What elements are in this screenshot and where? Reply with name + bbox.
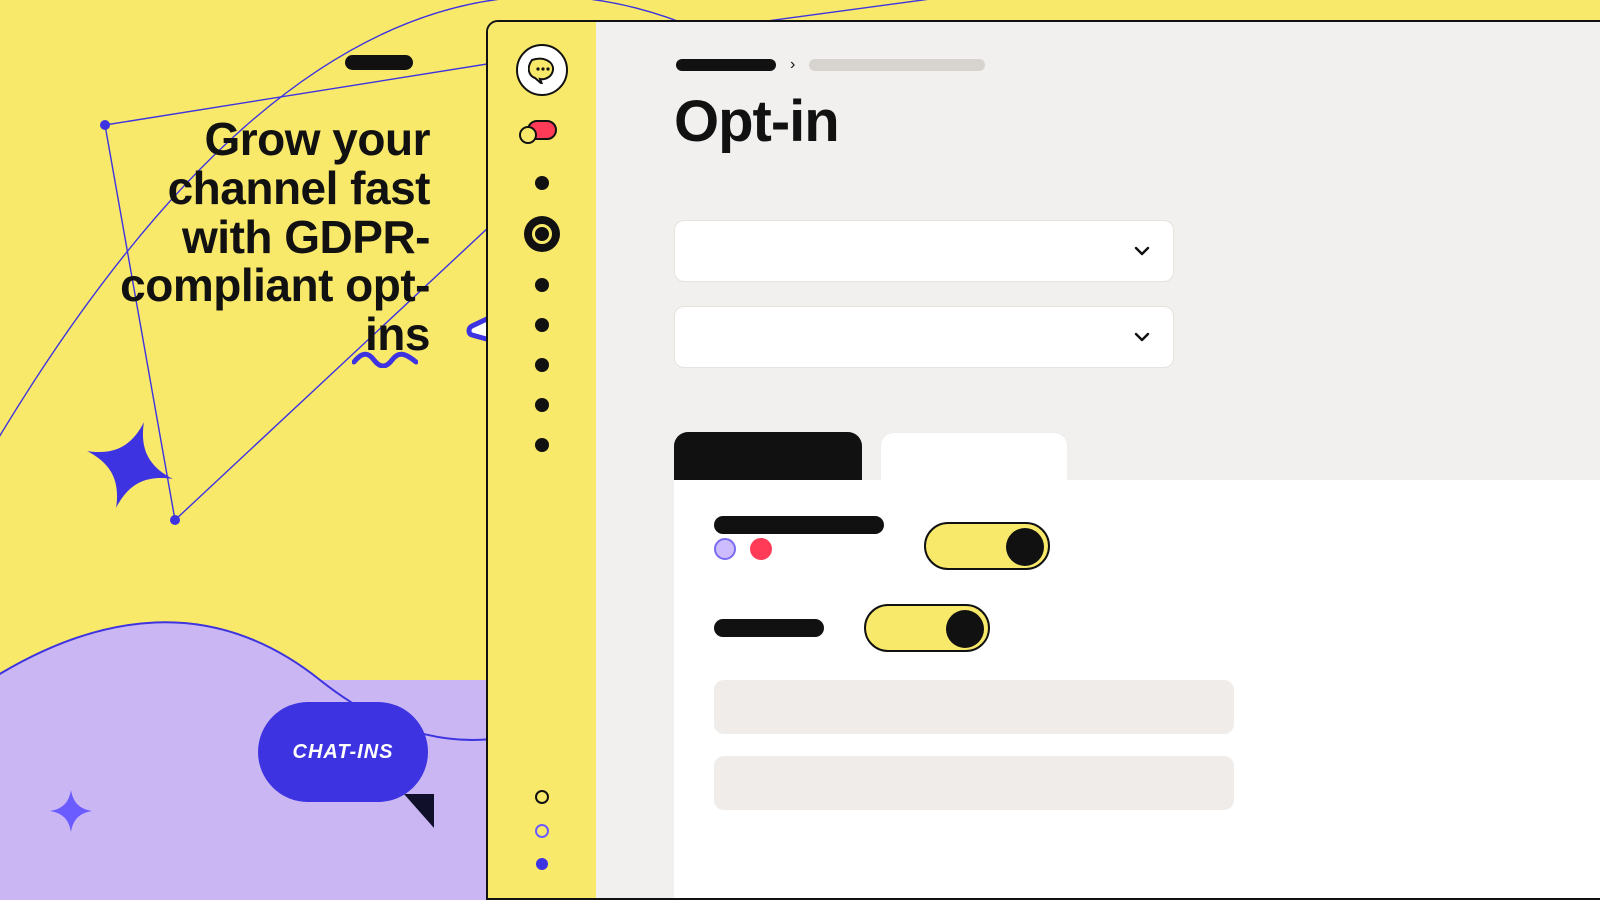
network-node-icon — [170, 515, 180, 525]
setting-label — [714, 516, 884, 534]
dropdown-2[interactable] — [674, 306, 1174, 368]
color-swatches — [714, 538, 884, 560]
tab-active[interactable] — [674, 432, 862, 484]
settings-panel — [674, 480, 1600, 900]
sidebar-item[interactable] — [535, 358, 549, 372]
chevron-right-icon: › — [790, 56, 795, 74]
breadcrumb-root[interactable] — [676, 59, 776, 71]
hero-headline: Grow your channel fast with GDPR-complia… — [70, 115, 430, 359]
toggle-2[interactable] — [864, 604, 990, 652]
squiggle-icon — [352, 350, 418, 368]
sidebar-footer-item[interactable] — [535, 790, 549, 804]
sidebar-footer — [488, 790, 596, 870]
tab-inactive[interactable] — [880, 432, 1068, 484]
input-placeholder[interactable] — [714, 680, 1234, 734]
sparkle-icon — [85, 420, 175, 510]
sidebar-item[interactable] — [535, 438, 549, 452]
main-content: › Opt-in — [596, 22, 1600, 898]
marketing-canvas: Grow your channel fast with GDPR-complia… — [0, 0, 1600, 900]
sidebar-footer-item[interactable] — [535, 824, 549, 838]
page-title: Opt-in — [674, 88, 839, 155]
chat-ins-label: CHAT-INS — [293, 741, 394, 764]
sidebar-item[interactable] — [535, 176, 549, 190]
color-swatch-lavender[interactable] — [714, 538, 736, 560]
sidebar-item-active[interactable] — [524, 216, 560, 252]
breadcrumb-current — [809, 59, 985, 71]
toggle-1[interactable] — [924, 522, 1050, 570]
tabs — [674, 432, 1068, 484]
sidebar-item[interactable] — [535, 398, 549, 412]
sparkle-icon — [50, 790, 92, 832]
dropdown-1[interactable] — [674, 220, 1174, 282]
chat-ins-badge: CHAT-INS — [258, 702, 428, 802]
chevron-down-icon — [1133, 328, 1151, 346]
hero-eyebrow — [345, 55, 413, 70]
input-placeholder[interactable] — [714, 756, 1234, 810]
app-window: › Opt-in — [486, 20, 1600, 900]
app-logo[interactable] — [516, 44, 568, 96]
setting-label — [714, 619, 824, 637]
sidebar-nav — [524, 176, 560, 452]
chevron-down-icon — [1133, 242, 1151, 260]
sidebar — [488, 22, 596, 898]
notifications-icon[interactable] — [527, 120, 557, 140]
sidebar-item[interactable] — [535, 318, 549, 332]
chat-bubble-icon — [528, 56, 556, 84]
sidebar-footer-item[interactable] — [536, 858, 548, 870]
breadcrumb: › — [676, 56, 985, 74]
color-swatch-red[interactable] — [750, 538, 772, 560]
sidebar-item[interactable] — [535, 278, 549, 292]
